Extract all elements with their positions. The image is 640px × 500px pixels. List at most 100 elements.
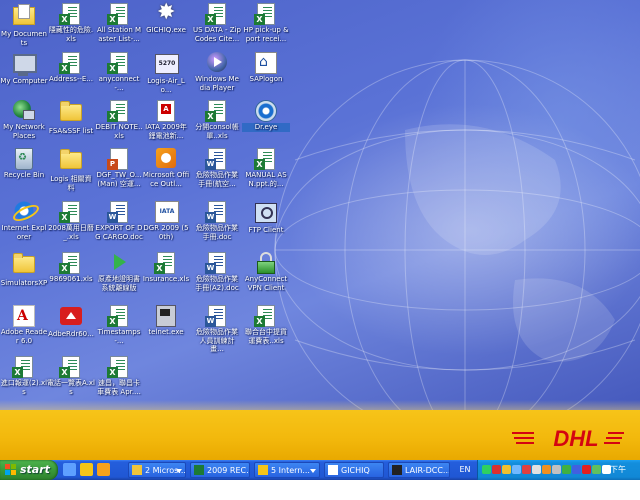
desktop-icon[interactable]: SimulatorsXP [0, 252, 48, 288]
desktop-icon-label: My Network Places [3, 123, 45, 140]
desktop-icon[interactable]: AdbeRdr60... [47, 305, 95, 339]
desktop-icon[interactable]: Windows Media Player [193, 52, 241, 92]
desktop-icon-label: Address--E... [48, 75, 94, 83]
tray-security-icon[interactable] [582, 465, 591, 474]
desktop-icon[interactable]: Microsoft Office Outl... [142, 148, 190, 188]
desktop-icon[interactable]: Insurance.xls [142, 252, 190, 284]
desktop-icon[interactable]: Internet Explorer [0, 201, 48, 241]
desktop-icon[interactable]: 2008萬用日曆_.xls [47, 201, 95, 241]
desktop-icon[interactable]: SAPlogon [242, 52, 290, 84]
tray-sap-icon[interactable] [572, 465, 581, 474]
desktop-icon-label: MANUAL ASN.ppt.的... [245, 171, 287, 188]
taskbar-button-label: LAIR-DCC... [405, 466, 450, 475]
desktop-icon[interactable]: 危險物品作業手冊(航空... [193, 148, 241, 188]
excel-file-icon [107, 305, 130, 327]
desktop-icon[interactable]: 電話一覽表A.xls [47, 356, 95, 396]
ibm-5270-icon [155, 54, 179, 76]
dhl-logo-text: DHL [553, 426, 598, 450]
outlook-icon[interactable] [97, 463, 110, 476]
desktop-icon[interactable]: 危險物品作業人員訓練計畫... [193, 305, 241, 354]
tray-printer-icon[interactable] [542, 465, 551, 474]
desktop-icon[interactable]: FSA&SSF list [47, 100, 95, 136]
desktop-icon[interactable]: Logis 相關資料 [47, 148, 95, 192]
internet-explorer-icon[interactable] [80, 463, 93, 476]
powerpoint-file-icon [107, 148, 130, 170]
desktop-icon-label: 速昌，聯昌卡車費表 Apr.... [97, 379, 141, 396]
tray-lock-icon[interactable] [532, 465, 541, 474]
system-tray: 下午 12:28 [477, 460, 640, 494]
desktop-icon-label: DGF_TW_O... (Man) 空運... [96, 171, 142, 188]
tray-vpn-icon[interactable] [562, 465, 571, 474]
taskbar-button[interactable]: GICHIQ [324, 462, 384, 478]
desktop-icon[interactable]: MANUAL ASN.ppt.的... [242, 148, 290, 188]
taskbar-button[interactable]: LAIR-DCC... [388, 462, 450, 478]
desktop-icon[interactable]: 隱藏性的危險.xls [47, 3, 95, 43]
quick-launch-bar [63, 463, 123, 477]
desktop-icon[interactable]: 9869061.xls [47, 252, 95, 284]
word-file-icon [107, 201, 130, 223]
show-desktop-icon[interactable] [63, 463, 76, 476]
clock[interactable]: 下午 12:28 [610, 460, 640, 500]
desktop-icon[interactable]: 速昌，聯昌卡車費表 Apr.... [95, 356, 143, 396]
desktop-icon-label: Recycle Bin [3, 171, 45, 179]
excel-file-icon [254, 3, 277, 25]
tray-dr-eye-icon[interactable] [512, 465, 521, 474]
recycle-bin-icon [13, 148, 35, 170]
desktop-icon[interactable]: Recycle Bin [0, 148, 48, 180]
language-indicator[interactable]: EN [455, 460, 475, 480]
desktop-icon[interactable]: 進口報運(2).xls [0, 356, 48, 396]
desktop-icon-label: US DATA - Zip Codes Cite... [193, 26, 241, 43]
desktop-icon[interactable]: Address--E... [47, 52, 95, 84]
taskbar-button-label: 5 Intern... [271, 466, 310, 475]
desktop-icon[interactable]: 分開consol帳單..xls [193, 100, 241, 140]
desktop-icon[interactable]: HP pick-up & port recei... [242, 3, 290, 43]
desktop-icon[interactable]: 聯合台中提貨運費表..xls [242, 305, 290, 345]
taskbar-button[interactable]: 5 Intern... [254, 462, 320, 478]
desktop-icon[interactable]: 危險物品作業手冊.doc [193, 201, 241, 241]
desktop-icon[interactable]: 危險物品作業手冊(A2).doc [193, 252, 241, 292]
desktop-icon-label: 危險物品作業手冊(航空... [196, 171, 238, 188]
windows-flag-icon [5, 464, 16, 475]
desktop-icon[interactable]: My Network Places [0, 100, 48, 140]
desktop-icon[interactable]: FTP Client [242, 201, 290, 235]
tray-shield-icon[interactable] [492, 465, 501, 474]
desktop-icon[interactable]: DEBIT NOTE..xls [95, 100, 143, 140]
tray-battery-icon[interactable] [592, 465, 601, 474]
desktop-icon[interactable]: My Computer [0, 52, 48, 86]
word-file-icon [205, 305, 228, 327]
desktop-icon[interactable]: Adobe Reader 6.0 [0, 305, 48, 345]
desktop-icon[interactable]: EXPORT OF DG CARGO.doc [95, 201, 143, 241]
desktop-icon[interactable]: My Documents [0, 3, 48, 47]
desktop[interactable]: DHL My Documents隱藏性的危險.xlsAll Station Ma… [0, 0, 640, 460]
desktop-icon-label: Dr.eye [242, 123, 290, 132]
tray-ime-icon[interactable] [522, 465, 531, 474]
taskbar-button-label: GICHIQ [341, 466, 370, 475]
word-file-icon [205, 148, 228, 170]
desktop-icon[interactable]: IATA 2009年鋰電池新... [142, 100, 190, 140]
tray-network-icon[interactable] [482, 465, 491, 474]
desktop-icon[interactable]: Dr.eye [242, 100, 290, 132]
desktop-icon[interactable]: AnyConnect VPN Client [242, 252, 290, 292]
desktop-icon[interactable]: anyconnect-... [95, 52, 143, 92]
excel-file-icon [107, 100, 130, 122]
desktop-icon-label: Microsoft Office Outl... [142, 171, 190, 188]
desktop-icon[interactable]: telnet.exe [142, 305, 190, 337]
desktop-icon[interactable]: All Station Master List-... [95, 3, 143, 43]
desktop-icon[interactable]: GICHIQ.exe [142, 0, 190, 35]
desktop-icon[interactable]: Timestamps-... [95, 305, 143, 345]
taskbar-button[interactable]: 2 Micros... [128, 462, 186, 478]
tray-volume-icon[interactable] [552, 465, 561, 474]
desktop-icon-label: Timestamps-... [97, 328, 141, 345]
start-button[interactable]: start [0, 460, 58, 480]
desktop-icon[interactable]: DGR 2009 (50th) [142, 201, 190, 241]
excel-file-icon [254, 148, 277, 170]
tray-antivirus-icon[interactable] [502, 465, 511, 474]
desktop-icon[interactable]: US DATA - Zip Codes Cite... [193, 3, 241, 43]
desktop-icon[interactable]: Logis-Air_Lo... [142, 52, 190, 94]
excel-file-icon [205, 3, 228, 25]
dr-eye-icon [255, 100, 277, 122]
desktop-icon[interactable]: 原產地證明書系統離線版 [95, 252, 143, 292]
ftp-client-icon [255, 203, 277, 225]
taskbar-button[interactable]: 2009 REC... [190, 462, 250, 478]
desktop-icon[interactable]: DGF_TW_O... (Man) 空運... [95, 148, 143, 188]
